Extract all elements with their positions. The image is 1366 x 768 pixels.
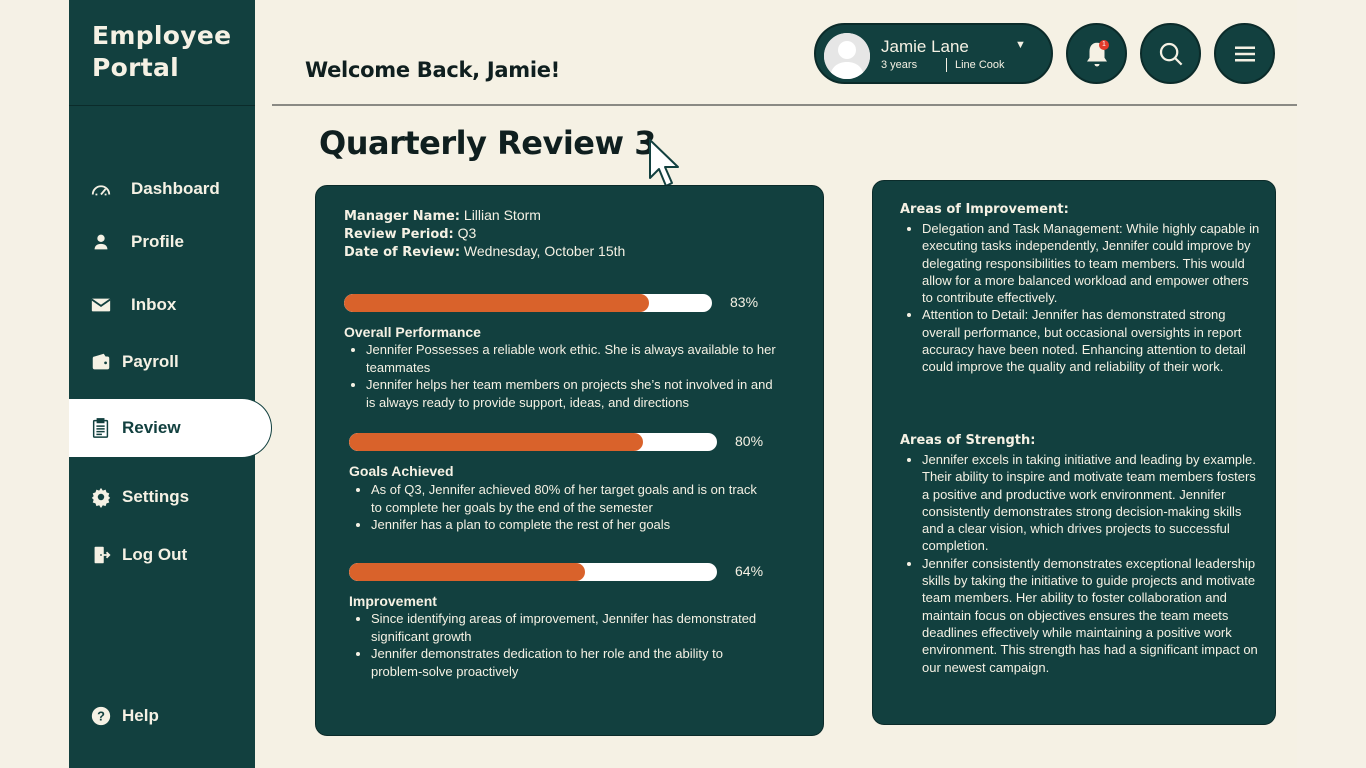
metric-title: Goals Achieved (349, 463, 454, 479)
sidebar-item-label: Profile (131, 232, 184, 251)
strength-heading: Areas of Strength: (900, 433, 1036, 448)
period-row: Review Period: Q3 (344, 224, 476, 244)
sidebar-item-logout[interactable]: Log Out (69, 535, 255, 575)
manager-label: Manager Name: (344, 209, 461, 224)
brand-title-line-1: Employee (92, 21, 232, 50)
sidebar-item-profile[interactable]: Profile (69, 222, 255, 262)
list-item: Attention to Detail: Jennifer has demons… (922, 306, 1262, 375)
improvement-heading: Areas of Improvement: (900, 202, 1069, 217)
user-tenure: 3 years (881, 59, 918, 71)
sidebar-item-inbox[interactable]: Inbox (69, 285, 255, 325)
metric-title: Improvement (349, 593, 437, 609)
progress-percent: 80% (735, 433, 764, 449)
list-item: Jennifer helps her team members on proje… (366, 376, 784, 411)
welcome-message: Welcome Back, Jamie! (305, 58, 560, 82)
search-icon (1159, 42, 1182, 65)
page-title: Quarterly Review 3 (319, 124, 656, 162)
user-menu[interactable]: Jamie Lane 3 years Line Cook ▼ (814, 23, 1053, 84)
user-role: Line Cook (955, 59, 1005, 71)
sidebar-item-label: Dashboard (131, 179, 220, 198)
logout-icon (88, 542, 114, 568)
list-item: Jennifer Possesses a reliable work ethic… (366, 341, 784, 376)
avatar (824, 33, 870, 79)
review-summary-card: Manager Name: Lillian Storm Review Perio… (315, 185, 824, 736)
improvement-list: Delegation and Task Management: While hi… (900, 220, 1262, 376)
progress-percent: 83% (730, 294, 759, 310)
mail-icon (88, 292, 114, 318)
gear-icon (88, 484, 114, 510)
sidebar-item-dashboard[interactable]: Dashboard (69, 169, 255, 209)
list-item: As of Q3, Jennifer achieved 80% of her t… (371, 481, 769, 516)
progress-fill (344, 294, 650, 312)
metric-title: Overall Performance (344, 324, 481, 340)
sidebar-item-label: Review (122, 418, 181, 437)
date-value: Wednesday, October 15th (463, 243, 626, 259)
list-item: Jennifer consistently demonstrates excep… (922, 555, 1262, 676)
user-info-divider (946, 58, 947, 72)
svg-text:?: ? (97, 709, 105, 724)
notifications-button[interactable]: 1 (1066, 23, 1127, 84)
menu-button[interactable] (1214, 23, 1275, 84)
mouse-cursor-icon (649, 139, 679, 187)
brand-logo: Employee Portal (69, 0, 255, 106)
manager-value: Lillian Storm (463, 207, 541, 223)
sidebar-item-label: Payroll (122, 352, 179, 371)
list-item: Jennifer excels in taking initiative and… (922, 451, 1262, 555)
metric-bullets: Jennifer Possesses a reliable work ethic… (344, 341, 784, 411)
wallet-icon (88, 349, 114, 375)
sidebar-item-label: Settings (122, 487, 190, 506)
period-value: Q3 (457, 225, 477, 241)
progress-fill (349, 563, 585, 581)
user-name: Jamie Lane (881, 37, 969, 56)
help-label: Help (122, 706, 159, 725)
help-icon: ? (88, 703, 114, 729)
date-row: Date of Review: Wednesday, October 15th (344, 242, 625, 262)
sidebar-item-label: Inbox (131, 295, 177, 314)
list-item: Jennifer demonstrates dedication to her … (371, 645, 769, 680)
help-link[interactable]: ? Help (69, 696, 255, 736)
metric-bullets: Since identifying areas of improvement, … (349, 610, 769, 680)
gauge-icon (88, 176, 114, 202)
progress-bar-improvement (349, 563, 717, 581)
period-label: Review Period: (344, 227, 454, 242)
progress-bar-overall (344, 294, 712, 312)
sidebar: Employee Portal Dashboard Profile Inbox … (69, 0, 272, 768)
feedback-card: Areas of Improvement: Delegation and Tas… (872, 180, 1276, 725)
list-item: Jennifer has a plan to complete the rest… (371, 516, 769, 534)
hamburger-icon (1234, 46, 1255, 61)
list-item: Delegation and Task Management: While hi… (922, 220, 1262, 306)
sidebar-item-review[interactable]: Review (69, 398, 272, 458)
progress-bar-goals (349, 433, 717, 451)
strength-list: Jennifer excels in taking initiative and… (900, 451, 1262, 676)
list-item: Since identifying areas of improvement, … (371, 610, 769, 645)
progress-percent: 64% (735, 563, 764, 579)
clipboard-icon (88, 415, 114, 441)
sidebar-item-label: Log Out (122, 545, 188, 564)
progress-fill (349, 433, 644, 451)
person-icon (88, 229, 114, 255)
search-button[interactable] (1140, 23, 1201, 84)
date-label: Date of Review: (344, 245, 461, 260)
manager-row: Manager Name: Lillian Storm (344, 206, 541, 226)
metric-bullets: As of Q3, Jennifer achieved 80% of her t… (349, 481, 769, 534)
notification-badge: 1 (1099, 40, 1109, 50)
header-divider (272, 104, 1297, 106)
sidebar-item-settings[interactable]: Settings (69, 477, 255, 517)
sidebar-item-payroll[interactable]: Payroll (69, 342, 255, 382)
chevron-down-icon[interactable]: ▼ (1015, 39, 1026, 51)
brand-title-line-2: Portal (92, 53, 180, 82)
